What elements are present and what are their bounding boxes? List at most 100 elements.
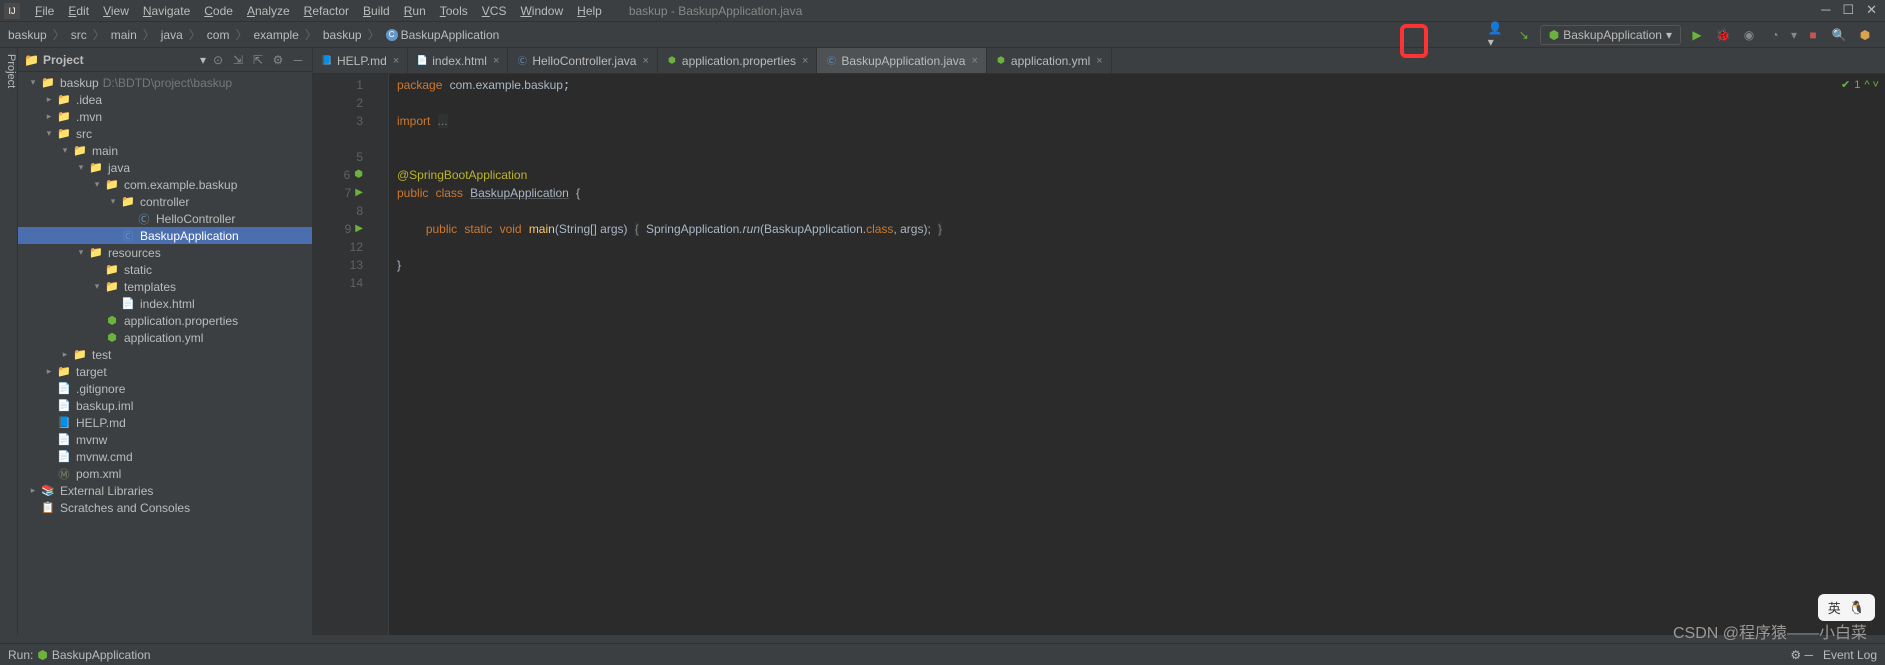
main-area: Project 📁 Project ▾ ⊙ ⇲ ⇱ ⚙ ─ ▾📁baskupD:… xyxy=(0,48,1885,635)
settings-icon[interactable]: ⬢ xyxy=(1855,25,1875,45)
tree-item-controller[interactable]: ▾📁controller xyxy=(18,193,312,210)
menu-refactor[interactable]: Refactor xyxy=(297,2,356,20)
tab-application-yml[interactable]: ⬢application.yml× xyxy=(987,48,1112,73)
menu-tools[interactable]: Tools xyxy=(433,2,475,20)
editor-area: 📘HELP.md×📄index.html×ⒸHelloController.ja… xyxy=(313,48,1885,635)
tree-item-test[interactable]: ▸📁test xyxy=(18,346,312,363)
close-icon[interactable]: ✕ xyxy=(1866,2,1877,18)
tab-index-html[interactable]: 📄index.html× xyxy=(408,48,508,73)
tree-item-Scratches-and-Consoles[interactable]: 📋Scratches and Consoles xyxy=(18,499,312,516)
crumb-example[interactable]: example xyxy=(249,28,302,42)
run-button[interactable]: ▶ xyxy=(1687,25,1707,45)
hide-panel-icon[interactable]: ─ xyxy=(290,52,306,68)
menu-vcs[interactable]: VCS xyxy=(475,2,514,20)
tree-item-mvnw[interactable]: 📄mvnw xyxy=(18,431,312,448)
tree-item-index-html[interactable]: 📄index.html xyxy=(18,295,312,312)
crumb-BaskupApplication[interactable]: CBaskupApplication xyxy=(382,28,504,42)
tab-close-icon[interactable]: × xyxy=(802,55,808,67)
tab-close-icon[interactable]: × xyxy=(642,55,648,67)
expand-all-icon[interactable]: ⇲ xyxy=(230,52,246,68)
run-config-label: BaskupApplication xyxy=(1563,28,1662,42)
tree-item-main[interactable]: ▾📁main xyxy=(18,142,312,159)
tree-item-application-yml[interactable]: ⬢application.yml xyxy=(18,329,312,346)
crumb-main[interactable]: main xyxy=(107,28,141,42)
window-controls: ─ ☐ ✕ xyxy=(1821,2,1877,18)
tree-item-External-Libraries[interactable]: ▸📚External Libraries xyxy=(18,482,312,499)
maximize-icon[interactable]: ☐ xyxy=(1842,2,1854,18)
code-editor[interactable]: package com.example.baskup; import ... @… xyxy=(389,74,1885,635)
tree-item-baskup[interactable]: ▾📁baskupD:\BDTD\project\baskup xyxy=(18,74,312,91)
tab-HelloController-java[interactable]: ⒸHelloController.java× xyxy=(508,48,658,73)
tree-item-resources[interactable]: ▾📁resources xyxy=(18,244,312,261)
project-panel: 📁 Project ▾ ⊙ ⇲ ⇱ ⚙ ─ ▾📁baskupD:\BDTD\pr… xyxy=(18,48,313,635)
run-configuration-selector[interactable]: ⬢ BaskupApplication ▾ xyxy=(1540,25,1681,45)
profile-button[interactable]: ◔ xyxy=(1765,25,1785,45)
tree-item-java[interactable]: ▾📁java xyxy=(18,159,312,176)
status-bar: Run: ⬢ BaskupApplication ⚙ ─ Event Log xyxy=(0,643,1885,665)
gutter-extras xyxy=(371,74,389,635)
project-tree[interactable]: ▾📁baskupD:\BDTD\project\baskup▸📁.idea▸📁.… xyxy=(18,72,312,635)
tree-item-pom-xml[interactable]: Ⓜpom.xml xyxy=(18,465,312,482)
menu-code[interactable]: Code xyxy=(197,2,240,20)
tree-item--gitignore[interactable]: 📄.gitignore xyxy=(18,380,312,397)
run-main-gutter-icon[interactable]: ▶ xyxy=(355,220,363,238)
menu-bar: IJ FileEditViewNavigateCodeAnalyzeRefact… xyxy=(0,0,1885,22)
select-opened-icon[interactable]: ⊙ xyxy=(210,52,226,68)
tree-item-HELP-md[interactable]: 📘HELP.md xyxy=(18,414,312,431)
tree-item-static[interactable]: 📁static xyxy=(18,261,312,278)
toolbar-right: 👤▾ ↘ ⬢ BaskupApplication ▾ ▶ 🐞 ◉ ◔ ▾ ■ 🔍… xyxy=(1488,25,1881,45)
tree-item-HelloController[interactable]: ⒸHelloController xyxy=(18,210,312,227)
tab-BaskupApplication-java[interactable]: ⒸBaskupApplication.java× xyxy=(817,48,987,73)
panel-title: Project xyxy=(43,53,196,67)
tab-application-properties[interactable]: ⬢application.properties× xyxy=(658,48,818,73)
run-tool-window-tab[interactable]: Run: ⬢ BaskupApplication xyxy=(8,648,151,662)
app-icon: IJ xyxy=(4,3,20,19)
tree-item-application-properties[interactable]: ⬢application.properties xyxy=(18,312,312,329)
coverage-button[interactable]: ◉ xyxy=(1739,25,1759,45)
settings-gear-icon[interactable]: ⚙ xyxy=(270,52,286,68)
tree-item-src[interactable]: ▾📁src xyxy=(18,125,312,142)
tab-close-icon[interactable]: × xyxy=(1096,55,1102,67)
menu-edit[interactable]: Edit xyxy=(61,2,96,20)
crumb-baskup[interactable]: baskup xyxy=(319,28,366,42)
run-line-gutter-icon[interactable]: ▶ xyxy=(355,184,363,202)
crumb-java[interactable]: java xyxy=(157,28,187,42)
ime-indicator[interactable]: 英 🐧 xyxy=(1818,594,1875,621)
collapse-all-icon[interactable]: ⇱ xyxy=(250,52,266,68)
tree-item-BaskupApplication[interactable]: ⒸBaskupApplication xyxy=(18,227,312,244)
menu-analyze[interactable]: Analyze xyxy=(240,2,297,20)
menu-file[interactable]: File xyxy=(28,2,61,20)
build-icon[interactable]: ↘ xyxy=(1514,25,1534,45)
menu-navigate[interactable]: Navigate xyxy=(136,2,197,20)
minimize-icon[interactable]: ─ xyxy=(1821,2,1830,18)
menu-help[interactable]: Help xyxy=(570,2,609,20)
tree-item-com-example-baskup[interactable]: ▾📁com.example.baskup xyxy=(18,176,312,193)
tab-close-icon[interactable]: × xyxy=(493,55,499,67)
tree-item--mvn[interactable]: ▸📁.mvn xyxy=(18,108,312,125)
tab-HELP-md[interactable]: 📘HELP.md× xyxy=(313,48,408,73)
crumb-com[interactable]: com xyxy=(203,28,234,42)
crumb-src[interactable]: src xyxy=(67,28,91,42)
menu-view[interactable]: View xyxy=(96,2,136,20)
tree-item--idea[interactable]: ▸📁.idea xyxy=(18,91,312,108)
search-icon[interactable]: 🔍 xyxy=(1829,25,1849,45)
debug-button[interactable]: 🐞 xyxy=(1713,25,1733,45)
tree-item-target[interactable]: ▸📁target xyxy=(18,363,312,380)
project-tool-window-tab[interactable]: Project xyxy=(0,48,18,635)
users-icon[interactable]: 👤▾ xyxy=(1488,25,1508,45)
crumb-baskup[interactable]: baskup xyxy=(4,28,51,42)
tab-close-icon[interactable]: × xyxy=(971,55,977,67)
menu-build[interactable]: Build xyxy=(356,2,397,20)
event-log-tab[interactable]: Event Log xyxy=(1823,648,1877,662)
tab-close-icon[interactable]: × xyxy=(393,55,399,67)
menu-window[interactable]: Window xyxy=(513,2,570,20)
stop-button[interactable]: ■ xyxy=(1803,25,1823,45)
tree-item-baskup-iml[interactable]: 📄baskup.iml xyxy=(18,397,312,414)
window-title: baskup - BaskupApplication.java xyxy=(629,4,802,18)
problems-indicator[interactable]: ✔ 1 ^ ˅ xyxy=(1841,78,1879,91)
tree-item-mvnw-cmd[interactable]: 📄mvnw.cmd xyxy=(18,448,312,465)
tree-item-templates[interactable]: ▾📁templates xyxy=(18,278,312,295)
menu-run[interactable]: Run xyxy=(397,2,433,20)
gear-icon[interactable]: ⚙ ─ xyxy=(1790,648,1813,662)
run-class-gutter-icon[interactable]: ⬢ xyxy=(354,166,363,184)
